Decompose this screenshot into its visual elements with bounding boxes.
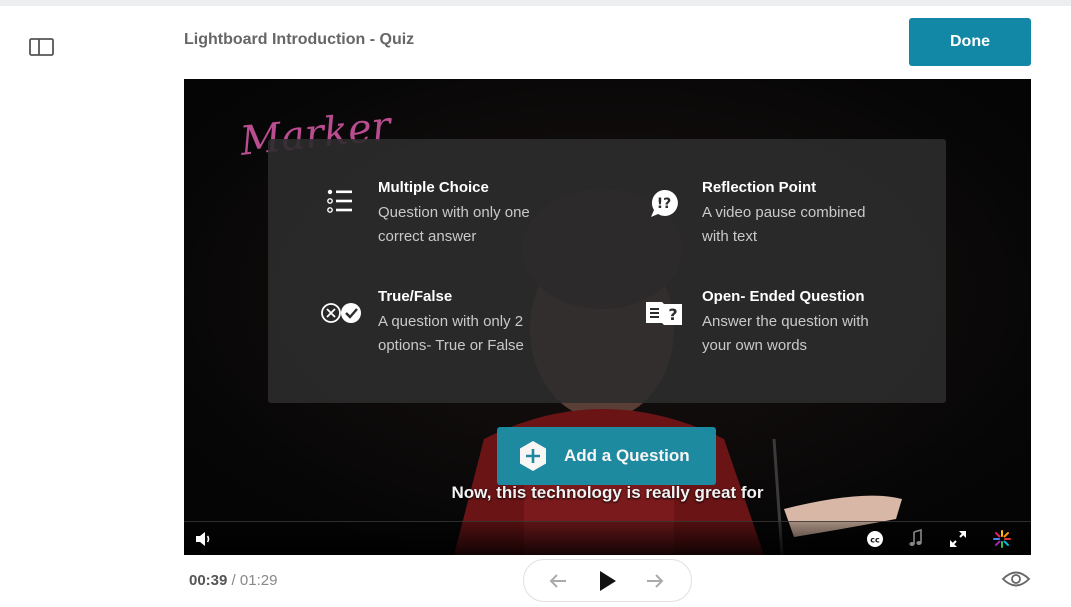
question-type-description: Answer the question with your own words bbox=[702, 313, 869, 354]
add-question-button[interactable]: Add a Question bbox=[497, 427, 716, 485]
playback-navigation bbox=[523, 559, 692, 602]
question-type-description: A question with only 2 options- True or … bbox=[378, 313, 524, 354]
arrow-left-icon[interactable] bbox=[546, 569, 570, 593]
total-time: 01:29 bbox=[239, 572, 278, 589]
done-button[interactable]: Done bbox=[909, 18, 1031, 66]
arrow-right-icon[interactable] bbox=[643, 569, 667, 593]
list-icon bbox=[327, 189, 352, 213]
audio-description-icon[interactable] bbox=[906, 529, 926, 549]
video-subtitle: Now, this technology is really great for bbox=[451, 483, 764, 502]
playback-time: 00:39 / 01:29 bbox=[189, 572, 277, 589]
add-question-label: Add a Question bbox=[564, 446, 690, 465]
play-icon[interactable] bbox=[595, 569, 619, 593]
volume-icon[interactable] bbox=[194, 529, 214, 549]
svg-text:!?: !? bbox=[657, 196, 672, 212]
page-title: Lightboard Introduction - Quiz bbox=[184, 31, 415, 48]
top-border bbox=[0, 0, 1071, 6]
video-control-bar: cc bbox=[184, 521, 1031, 555]
question-type-multiple-choice[interactable]: Multiple Choice Question with only one c… bbox=[320, 179, 620, 259]
eye-icon[interactable] bbox=[1001, 568, 1031, 590]
question-type-name: Multiple Choice bbox=[378, 179, 489, 196]
hexagon-plus-icon bbox=[520, 441, 546, 471]
question-type-description: A video pause combined with text bbox=[702, 204, 866, 245]
fullscreen-icon[interactable] bbox=[948, 529, 968, 549]
question-type-true-false[interactable]: True/False A question with only 2 option… bbox=[320, 288, 620, 368]
current-time: 00:39 bbox=[189, 572, 228, 589]
question-type-reflection-point[interactable]: !? Reflection Point A video pause combin… bbox=[644, 179, 944, 259]
question-type-name: Open- Ended Question bbox=[702, 288, 865, 305]
closed-captions-icon[interactable]: cc bbox=[865, 529, 885, 549]
text-question-icon: ? bbox=[646, 302, 682, 325]
x-check-icon bbox=[321, 303, 361, 323]
svg-text:cc: cc bbox=[870, 536, 880, 545]
video-player[interactable]: Marker Multiple Choice Question with onl… bbox=[184, 79, 1031, 555]
question-type-open-ended[interactable]: ? Open- Ended Question Answer the questi… bbox=[644, 288, 944, 368]
question-type-name: Reflection Point bbox=[702, 179, 817, 196]
time-separator: / bbox=[227, 572, 240, 589]
svg-text:?: ? bbox=[668, 305, 677, 324]
question-type-name: True/False bbox=[378, 288, 453, 305]
speech-bubble-exclaim-question-icon: !? bbox=[651, 189, 678, 217]
sidebar-toggle-icon[interactable] bbox=[28, 36, 56, 58]
kaltura-logo-icon[interactable] bbox=[992, 529, 1012, 549]
question-type-menu: Multiple Choice Question with only one c… bbox=[268, 139, 946, 403]
question-type-description: Question with only one correct answer bbox=[378, 204, 530, 245]
